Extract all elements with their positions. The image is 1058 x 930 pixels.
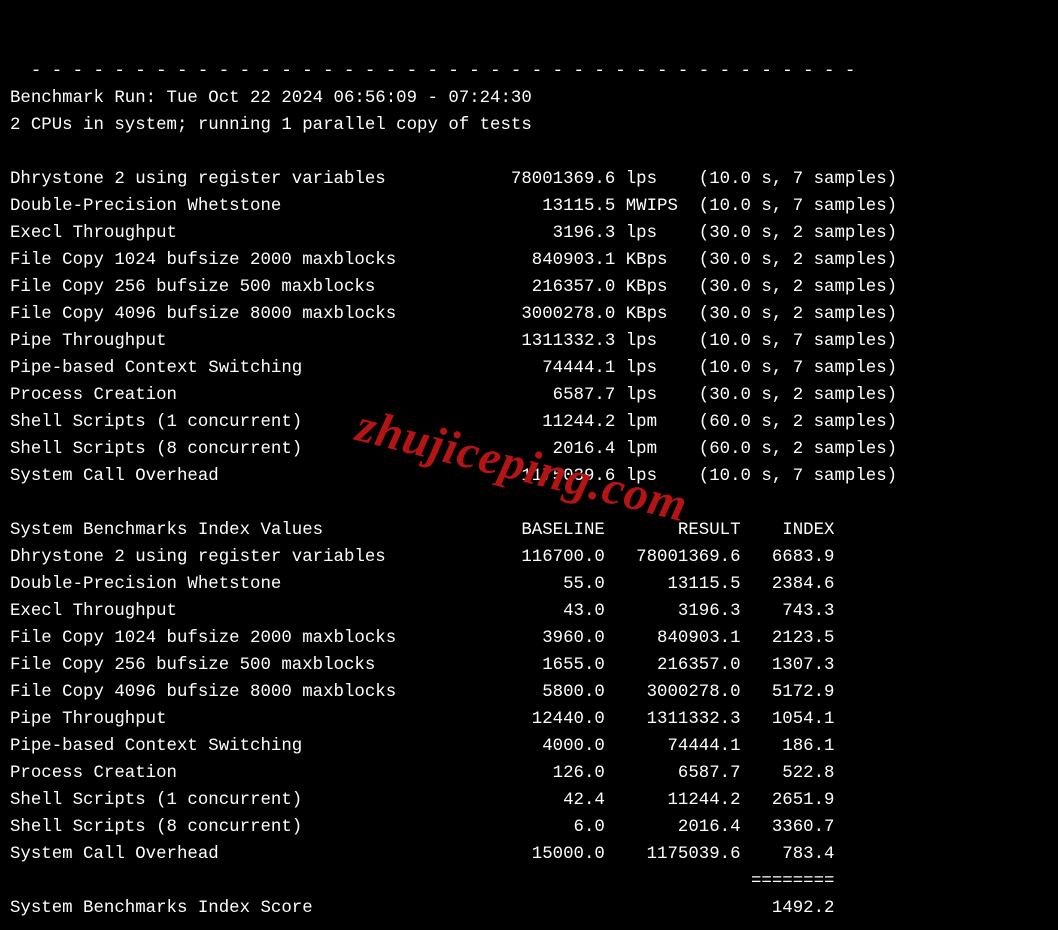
divider-line: - - - - - - - - - - - - - - - - - - - - … — [31, 62, 855, 81]
run-header-line: Benchmark Run: Tue Oct 22 2024 06:56:09 … — [10, 89, 532, 108]
cpu-header-line: 2 CPUs in system; running 1 parallel cop… — [10, 116, 532, 135]
terminal-output: zhujiceping.com - - - - - - - - - - - - … — [0, 0, 1058, 930]
index-block: System Benchmarks Index Values BASELINE … — [10, 521, 834, 918]
tests-block: Dhrystone 2 using register variables 780… — [10, 170, 897, 486]
